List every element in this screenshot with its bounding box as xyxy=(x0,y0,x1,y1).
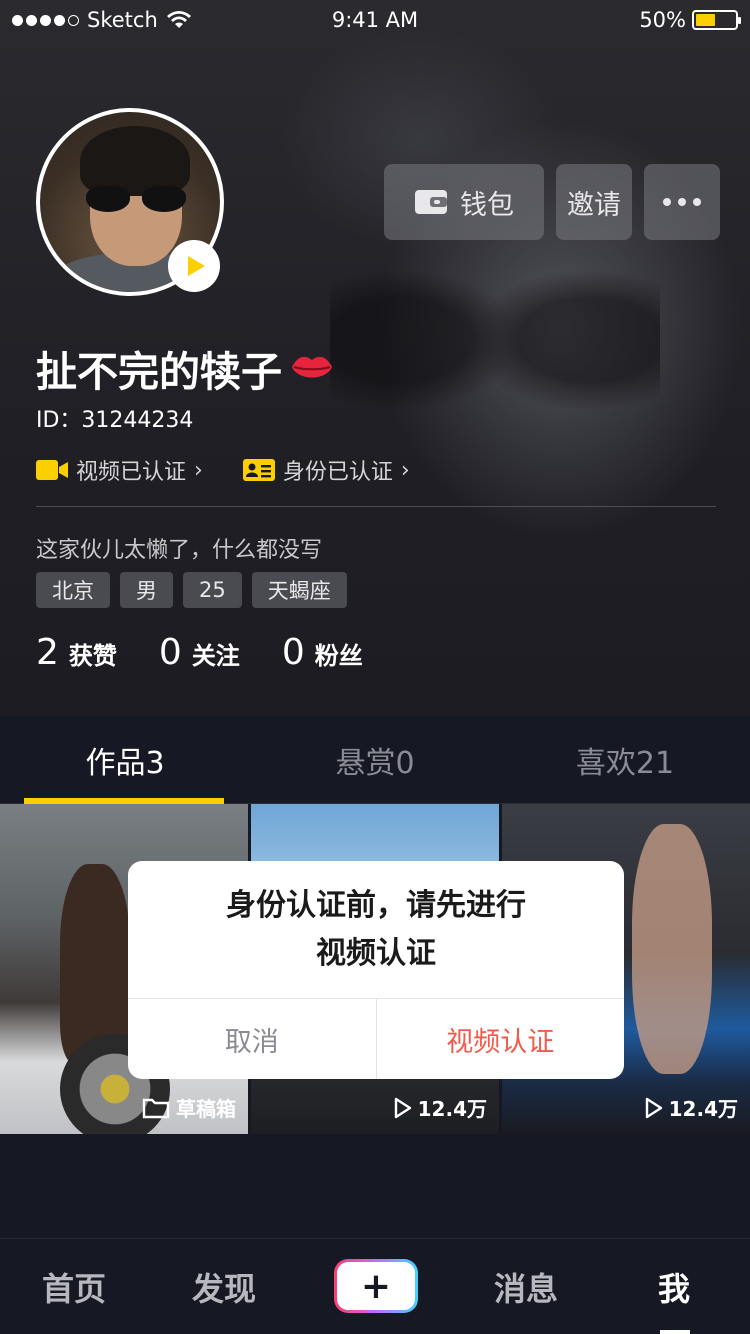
wallet-icon xyxy=(415,190,447,214)
cell-caption: 草稿箱 xyxy=(142,1093,236,1122)
header-background-image xyxy=(330,260,660,420)
more-icon xyxy=(663,198,671,206)
verification-row: 视频已认证 › 身份已认证 › xyxy=(36,454,410,486)
bottom-nav: 首页 发现 + 消息 我 xyxy=(0,1238,750,1334)
nickname: 扯不完的犊子 xyxy=(36,348,282,396)
stat-followers[interactable]: 0 粉丝 xyxy=(282,632,363,673)
chevron-right-icon: › xyxy=(194,457,203,483)
dialog-message-line1: 身份认证前，请先进行 xyxy=(226,887,526,923)
nav-discover[interactable]: 发现 xyxy=(164,1239,284,1334)
tab-bounty[interactable]: 悬赏0 xyxy=(250,716,500,804)
play-icon xyxy=(188,256,205,276)
user-id: ID：31244234 xyxy=(36,408,194,433)
tab-works[interactable]: 作品3 xyxy=(0,716,250,804)
video-verified-link[interactable]: 视频已认证 › xyxy=(36,454,203,486)
more-button[interactable] xyxy=(644,164,720,240)
video-verified-label: 视频已认证 xyxy=(76,460,187,485)
stat-number: 2 xyxy=(36,632,59,673)
lips-icon xyxy=(292,356,332,378)
view-count: 12.4万 xyxy=(417,1097,487,1121)
nav-messages[interactable]: 消息 xyxy=(466,1239,586,1334)
stat-number: 0 xyxy=(158,632,182,673)
invite-button[interactable]: 邀请 xyxy=(556,164,632,240)
wallet-button[interactable]: 钱包 xyxy=(384,164,544,240)
stat-label: 获赞 xyxy=(68,642,117,670)
stat-likes[interactable]: 2 获赞 xyxy=(36,632,117,673)
status-right: 50% xyxy=(639,8,741,32)
tab-likes[interactable]: 喜欢21 xyxy=(500,716,750,804)
create-button[interactable]: + xyxy=(334,1259,418,1313)
dialog-message-line2: 视频认证 xyxy=(316,935,436,971)
plus-icon: + xyxy=(337,1262,415,1310)
chevron-right-icon: › xyxy=(400,457,410,483)
verification-dialog: 身份认证前，请先进行 视频认证 取消 视频认证 xyxy=(128,861,624,1079)
identity-verified-label: 身份已认证 xyxy=(282,460,393,485)
status-time: 9:41 AM xyxy=(331,8,419,32)
folder-icon xyxy=(142,1098,170,1118)
identity-verified-link[interactable]: 身份已认证 › xyxy=(242,454,410,486)
nav-home[interactable]: 首页 xyxy=(14,1239,134,1334)
stat-following[interactable]: 0 关注 xyxy=(159,632,240,673)
video-verify-button[interactable]: 视频认证 xyxy=(377,999,625,1079)
cell-caption: 12.4万 xyxy=(645,1093,738,1122)
tag-age: 25 xyxy=(183,572,242,608)
profile-stats: 2 获赞 0 关注 0 粉丝 xyxy=(36,632,363,673)
tag-gender: 男 xyxy=(120,572,173,608)
bio: 这家伙儿太懒了，什么都没写 xyxy=(36,538,323,563)
battery-percent: 50% xyxy=(639,8,686,32)
cell-caption: 12.4万 xyxy=(394,1093,487,1122)
dialog-message: 身份认证前，请先进行 视频认证 xyxy=(128,861,624,998)
nav-me[interactable]: 我 xyxy=(614,1239,734,1334)
active-nav-indicator xyxy=(660,1330,690,1334)
invite-label: 邀请 xyxy=(567,189,621,221)
stat-number: 0 xyxy=(281,632,305,673)
battery-icon xyxy=(692,10,741,30)
id-card-icon xyxy=(242,459,275,481)
stat-label: 粉丝 xyxy=(314,642,363,670)
play-icon xyxy=(645,1097,662,1118)
cancel-button[interactable]: 取消 xyxy=(128,999,377,1079)
tag-zodiac: 天蝎座 xyxy=(251,572,347,608)
nickname-row: 扯不完的犊子 xyxy=(36,338,334,398)
avatar-play-button[interactable] xyxy=(168,240,220,292)
stat-label: 关注 xyxy=(191,642,240,670)
play-icon xyxy=(394,1097,411,1118)
content-tabs: 作品3 悬赏0 喜欢21 xyxy=(0,716,750,804)
wallet-label: 钱包 xyxy=(460,189,514,221)
status-bar: Sketch 9:41 AM 50% xyxy=(0,0,750,40)
divider xyxy=(36,506,716,507)
dialog-actions: 取消 视频认证 xyxy=(128,998,624,1079)
profile-tags: 北京 男 25 天蝎座 xyxy=(36,572,347,608)
drafts-label: 草稿箱 xyxy=(176,1097,236,1121)
tag-city: 北京 xyxy=(36,572,110,608)
video-camera-icon xyxy=(36,460,68,480)
view-count: 12.4万 xyxy=(668,1097,738,1121)
